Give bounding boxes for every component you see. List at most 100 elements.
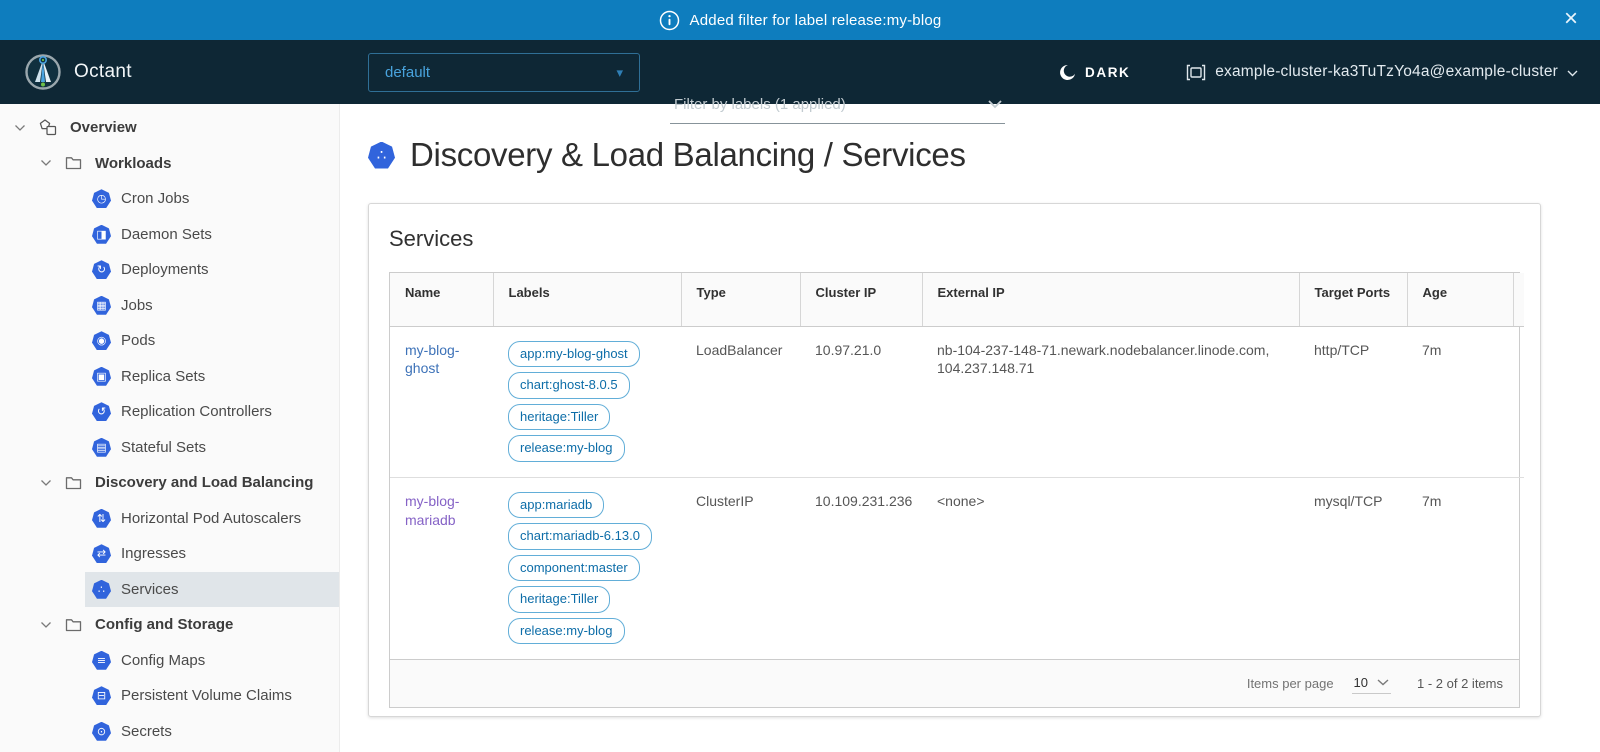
table-header-row: NameLabelsTypeCluster IPExternal IPTarge… [390,273,1524,326]
chevron-down-icon[interactable] [40,159,52,167]
sidebar-item-label: Config Maps [121,652,205,669]
cell-age: 7m [1407,477,1513,659]
column-header: Type [681,273,800,326]
label-filter-dropdown[interactable]: Filter by labels (1 applied) [670,96,1005,124]
table-row: my-blog-ghost app:my-blog-ghost chart:ghos… [390,326,1524,477]
cluster-name: example-cluster-ka3TuTzYo4a@example-clus… [1215,63,1558,81]
chevron-down-icon [40,479,52,487]
table-footer: Items per page 10 1 - 2 of 2 items [390,659,1519,707]
label-pill[interactable]: component:master [508,555,640,582]
folder-icon [65,618,82,632]
chevron-down-icon [987,99,1003,109]
sidebar-item-services[interactable]: ∴ Services [85,572,339,608]
overview-icon [39,119,57,136]
label-pill[interactable]: heritage:Tiller [508,586,610,613]
label-pill[interactable]: chart:mariadb-6.13.0 [508,523,652,550]
sidebar-item-label: Replica Sets [121,368,205,385]
horizontal-pod-autoscalers-icon: ⇅ [92,509,111,528]
main-content: ∴ Discovery & Load Balancing / Services … [340,104,1600,752]
sidebar-item-replication-controllers[interactable]: ↺Replication Controllers [85,394,339,430]
daemon-sets-icon: ◨ [92,225,111,244]
service-name-link[interactable]: my-blog-mariadb [405,493,459,528]
sidebar-nav: Overview Workloads ◷ Cron Jobs ◨Daemon Sets↻… [0,104,340,752]
column-header: Target Ports [1299,273,1407,326]
label-pill[interactable]: chart:ghost-8.0.5 [508,372,630,399]
page-title-text: Discovery & Load Balancing / Services [410,136,966,174]
items-per-page-select[interactable]: 10 [1352,673,1391,694]
service-name-link[interactable]: my-blog-ghost [405,342,459,377]
label-pill[interactable]: app:mariadb [508,492,604,519]
sidebar-item-label: Stateful Sets [121,439,206,456]
chevron-down-icon [1377,679,1389,686]
chevron-down-icon[interactable] [40,621,52,629]
sidebar-item-stateful-sets[interactable]: ▤Stateful Sets [85,430,339,466]
cell-labels: app:my-blog-ghost chart:ghost-8.0.5 herita… [493,326,681,477]
sidebar-item-label: Ingresses [121,545,186,562]
sidebar-item-deployments[interactable]: ↻Deployments [85,252,339,288]
jobs-icon: ▦ [92,296,111,315]
label-pill[interactable]: app:my-blog-ghost [508,341,640,368]
sidebar-item-label: Discovery and Load Balancing [95,474,313,491]
cell-external-ip: nb-104-237-148-71.newark.nodebalancer.li… [922,326,1299,477]
services-icon: ∴ [92,580,111,599]
label-pill[interactable]: release:my-blog [508,435,625,462]
column-header: Cluster IP [800,273,922,326]
replica-sets-icon: ▣ [92,367,111,386]
cell-gutter [1513,326,1524,477]
sidebar-item-replica-sets[interactable]: ▣ Replica Sets [85,359,339,395]
close-icon[interactable]: × [1556,4,1586,34]
chevron-down-icon[interactable] [40,479,52,487]
cell-type: ClusterIP [681,477,800,659]
label-filter-text: Filter by labels (1 applied) [674,96,846,113]
items-per-page-label: Items per page [1247,676,1334,691]
cell-name: my-blog-mariadb [390,477,493,659]
cell-cluster-ip: 10.97.21.0 [800,326,922,477]
sidebar-item-ingresses[interactable]: ⇄Ingresses [85,536,339,572]
cell-cluster-ip: 10.109.231.236 [800,477,922,659]
cell-age: 7m [1407,326,1513,477]
cluster-icon [1186,64,1206,81]
info-icon [659,10,680,31]
cron-jobs-icon: ◷ [92,189,111,208]
chevron-down-icon [40,159,52,167]
folder-icon [65,476,82,490]
sidebar-item-label: Workloads [95,155,171,172]
cell-gutter [1513,477,1524,659]
sidebar-item-horizontal-pod-autoscalers[interactable]: ⇅Horizontal Pod Autoscalers [85,501,339,537]
sidebar-item-workloads[interactable]: Workloads [0,146,339,182]
sidebar-item-jobs[interactable]: ▦ Jobs [85,288,339,324]
sidebar-item-cron-jobs[interactable]: ◷ Cron Jobs [85,181,339,217]
sidebar-item-label: Jobs [121,297,153,314]
services-card: Services NameLabelsTypeCluster IPExterna… [368,203,1541,717]
column-header [1513,273,1524,326]
cell-target-ports: mysql/TCP [1299,477,1407,659]
label-pill-stack: app:my-blog-ghost chart:ghost-8.0.5 herita… [508,341,666,462]
label-pill[interactable]: release:my-blog [508,618,625,645]
sidebar-item-pods[interactable]: ◉Pods [85,323,339,359]
dropdown-caret-icon: ▾ [616,65,623,81]
sidebar-item-config-maps[interactable]: ≡Config Maps [85,643,339,679]
namespace-dropdown[interactable]: default ▾ [368,53,640,92]
label-pill[interactable]: heritage:Tiller [508,404,610,431]
items-per-page-value: 10 [1354,675,1368,690]
chevron-down-icon[interactable] [14,124,26,132]
dark-theme-toggle[interactable]: DARK [1058,40,1130,104]
chevron-down-icon [1567,70,1578,77]
sidebar-item-daemon-sets[interactable]: ◨Daemon Sets [85,217,339,253]
services-table: NameLabelsTypeCluster IPExternal IPTarge… [389,272,1520,708]
sidebar-item-config-and-storage[interactable]: Config and Storage [0,607,339,643]
cell-labels: app:mariadb chart:mariadb-6.13.0 component… [493,477,681,659]
sidebar-item-label: Services [121,581,179,598]
secrets-icon: ⊙ [92,722,111,741]
brand: Octant [24,40,132,104]
column-header: Age [1407,273,1513,326]
sidebar-item-overview[interactable]: Overview [0,110,339,146]
sidebar-item-secrets[interactable]: ⊙Secrets [85,714,339,750]
app-header: Octant default ▾ Filter by labels (1 app… [0,40,1600,104]
namespace-value: default [385,64,616,81]
sidebar-item-label: Cron Jobs [121,190,189,207]
cell-type: LoadBalancer [681,326,800,477]
cluster-selector[interactable]: example-cluster-ka3TuTzYo4a@example-clus… [1186,40,1578,104]
sidebar-item-persistent-volume-claims[interactable]: ⊟Persistent Volume Claims [85,678,339,714]
sidebar-item-discovery-and-load-balancing[interactable]: Discovery and Load Balancing [0,465,339,501]
